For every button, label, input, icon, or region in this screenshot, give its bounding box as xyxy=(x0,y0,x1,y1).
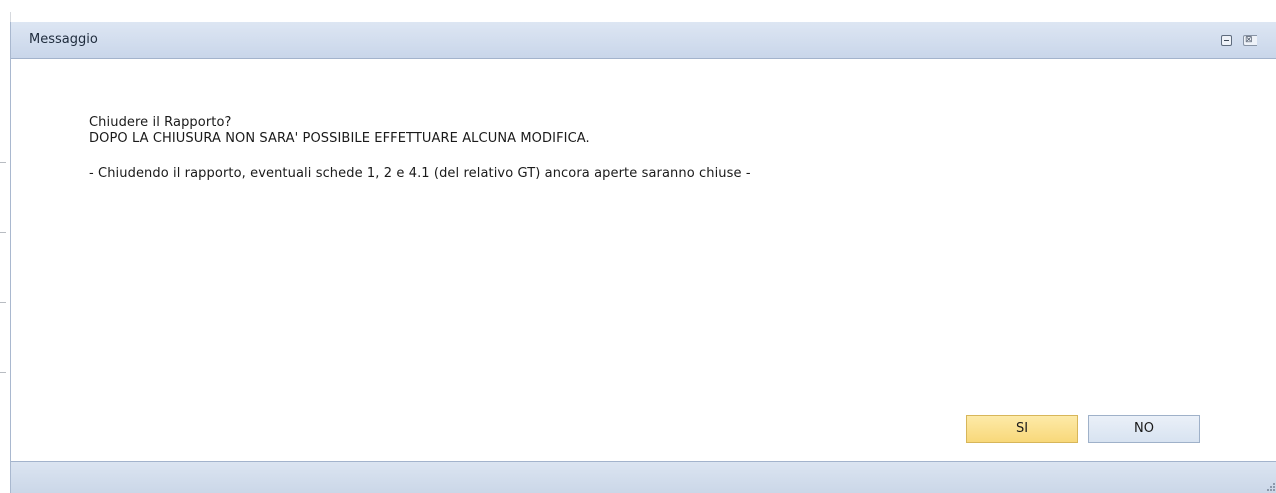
yes-button[interactable]: SI xyxy=(966,415,1078,443)
background-divider xyxy=(0,372,6,373)
dialog-titlebar[interactable]: Messaggio ⊠ xyxy=(11,22,1276,59)
message-question: Chiudere il Rapporto? xyxy=(89,115,232,130)
background-divider xyxy=(0,232,6,233)
message-note: - Chiudendo il rapporto, eventuali sched… xyxy=(89,166,751,181)
message-dialog: Messaggio ⊠ Chiudere il Rapporto? DOPO L… xyxy=(10,22,1276,493)
no-button[interactable]: NO xyxy=(1088,415,1200,443)
dialog-footer xyxy=(11,461,1276,493)
close-icon[interactable]: ⊠ xyxy=(1243,35,1257,46)
minimize-icon[interactable] xyxy=(1221,35,1232,46)
dialog-title: Messaggio xyxy=(29,32,98,47)
message-warning: DOPO LA CHIUSURA NON SARA' POSSIBILE EFF… xyxy=(89,131,590,146)
background-divider xyxy=(0,162,6,163)
dialog-content: Chiudere il Rapporto? DOPO LA CHIUSURA N… xyxy=(11,59,1276,461)
resize-grip-icon[interactable] xyxy=(1267,483,1275,491)
background-divider xyxy=(0,302,6,303)
